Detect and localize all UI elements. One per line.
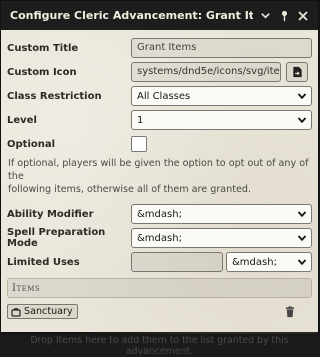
limited-uses-row: Limited Uses &mdash; [7, 250, 312, 274]
items-header-label: Items [12, 282, 41, 294]
window-titlebar[interactable]: Configure Cleric Advancement: Grant Item… [1, 1, 318, 30]
class-restriction-value: All Classes [137, 90, 191, 102]
custom-icon-label: Custom Icon [7, 66, 77, 78]
window-content: Custom Title Grant Items Custom Icon sys… [1, 30, 318, 357]
optional-row: Optional [7, 132, 312, 156]
optional-hint-line1: If optional, players will be given the o… [8, 158, 309, 182]
level-row: Level 1 [7, 108, 312, 132]
spell-preparation-label: Spell Preparation Mode [7, 227, 106, 249]
limited-uses-select-value: &mdash; [232, 256, 277, 268]
class-restriction-row: Class Restriction All Classes [7, 84, 312, 108]
close-icon[interactable] [296, 9, 310, 23]
expand-icon[interactable] [258, 9, 272, 23]
limited-uses-input[interactable] [131, 252, 223, 272]
level-value: 1 [137, 114, 144, 126]
chevron-down-icon [297, 211, 307, 218]
custom-title-label: Custom Title [7, 42, 79, 54]
optional-label: Optional [7, 138, 56, 150]
briefcase-icon [11, 307, 21, 317]
class-restriction-label: Class Restriction [7, 90, 102, 102]
spell-preparation-value: &mdash; [137, 232, 182, 244]
drop-zone-hint: Drop Items here to add them to the list … [30, 335, 289, 357]
level-label: Level [7, 114, 37, 126]
file-import-icon [292, 66, 302, 78]
spell-preparation-select[interactable]: &mdash; [131, 228, 312, 248]
file-picker-button[interactable] [286, 62, 308, 82]
optional-checkbox[interactable] [131, 136, 147, 152]
custom-icon-input[interactable]: systems/dnd5e/icons/svg/item-grant.svg [131, 62, 281, 82]
custom-title-input[interactable]: Grant Items [131, 38, 312, 58]
class-restriction-select[interactable]: All Classes [131, 86, 312, 106]
ability-modifier-label: Ability Modifier [7, 208, 94, 220]
level-select[interactable]: 1 [131, 110, 312, 130]
pin-icon[interactable] [277, 9, 291, 23]
optional-hint: If optional, players will be given the o… [7, 156, 312, 202]
trash-icon[interactable] [284, 305, 296, 318]
limited-uses-label: Limited Uses [7, 256, 80, 268]
ability-modifier-row: Ability Modifier &mdash; [7, 202, 312, 226]
limited-uses-select[interactable]: &mdash; [226, 252, 312, 272]
custom-icon-row: Custom Icon systems/dnd5e/icons/svg/item… [7, 60, 312, 84]
chevron-down-icon [297, 93, 307, 100]
chevron-down-icon [297, 235, 307, 242]
window-title: Configure Cleric Advancement: Grant Item… [10, 9, 253, 22]
ability-modifier-value: &mdash; [137, 208, 182, 220]
optional-hint-line2: following items, otherwise all of them a… [8, 184, 252, 195]
list-item: Sanctuary [7, 298, 312, 322]
config-window: Configure Cleric Advancement: Grant Item… [0, 0, 319, 357]
items-section-header: Items [7, 278, 312, 298]
spell-preparation-row: Spell Preparation Mode &mdash; [7, 226, 312, 250]
ability-modifier-select[interactable]: &mdash; [131, 204, 312, 224]
chevron-down-icon [297, 117, 307, 124]
chevron-down-icon [297, 259, 307, 266]
item-name: Sanctuary [24, 306, 73, 317]
custom-title-row: Custom Title Grant Items [7, 36, 312, 60]
item-tag-sanctuary[interactable]: Sanctuary [7, 304, 78, 319]
